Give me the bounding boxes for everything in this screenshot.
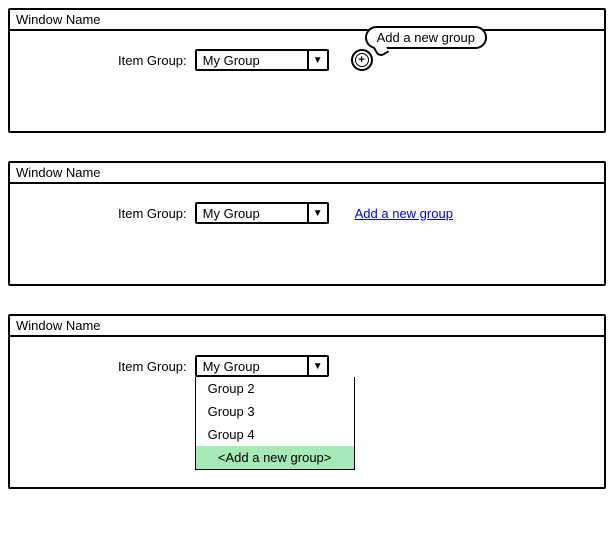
window-variant-2: Window Name Item Group: My Group ▼ Add a…: [8, 161, 606, 286]
item-group-label: Item Group:: [118, 53, 187, 68]
item-group-label: Item Group:: [118, 206, 187, 221]
add-group-option[interactable]: <Add a new group>: [196, 446, 354, 469]
add-group-button[interactable]: + Add a new group: [351, 49, 373, 71]
chevron-down-icon[interactable]: ▼: [307, 204, 327, 222]
form-row: Item Group: My Group ▼ Group 2 Group 3 G…: [18, 355, 596, 377]
window-title: Window Name: [10, 10, 604, 31]
form-row: Item Group: My Group ▼ Add a new group: [18, 202, 596, 224]
select-value: My Group: [197, 357, 307, 375]
select-value: My Group: [197, 204, 307, 222]
select-value: My Group: [197, 51, 307, 69]
add-group-tooltip: Add a new group: [365, 26, 487, 49]
window-title: Window Name: [10, 163, 604, 184]
plus-icon: +: [355, 53, 369, 67]
window-variant-3: Window Name Item Group: My Group ▼ Group…: [8, 314, 606, 489]
chevron-down-icon[interactable]: ▼: [307, 51, 327, 69]
select-option[interactable]: Group 2: [196, 377, 354, 400]
item-group-select[interactable]: My Group ▼: [195, 49, 329, 71]
window-variant-1: Window Name Item Group: My Group ▼ + Add…: [8, 8, 606, 133]
item-group-select[interactable]: My Group ▼: [195, 355, 329, 377]
item-group-select[interactable]: My Group ▼: [195, 202, 329, 224]
item-group-label: Item Group:: [118, 359, 187, 374]
form-row: Item Group: My Group ▼ + Add a new group: [18, 49, 596, 71]
window-title: Window Name: [10, 316, 604, 337]
select-option[interactable]: Group 3: [196, 400, 354, 423]
window-content: Item Group: My Group ▼ Group 2 Group 3 G…: [10, 337, 604, 487]
select-dropdown: Group 2 Group 3 Group 4 <Add a new group…: [195, 377, 355, 470]
item-group-select-wrapper: My Group ▼ Group 2 Group 3 Group 4 <Add …: [195, 355, 329, 377]
window-content: Item Group: My Group ▼ Add a new group: [10, 184, 604, 284]
select-option[interactable]: Group 4: [196, 423, 354, 446]
chevron-down-icon[interactable]: ▼: [307, 357, 327, 375]
window-content: Item Group: My Group ▼ + Add a new group: [10, 31, 604, 131]
add-group-link[interactable]: Add a new group: [355, 206, 453, 221]
